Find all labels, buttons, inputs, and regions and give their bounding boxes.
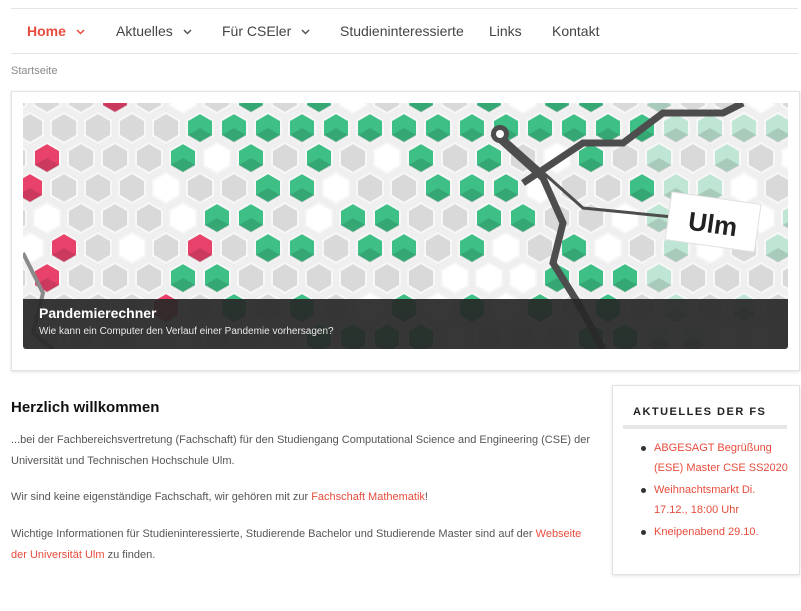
- hero-hex-tile: [135, 201, 163, 235]
- hero-hex-tile: [611, 141, 639, 175]
- nav-item-kontakt[interactable]: Kontakt: [552, 9, 599, 53]
- hero-hex-tile: [271, 201, 299, 235]
- hero-hex-tile: [118, 171, 146, 205]
- hero-hex-tile: [33, 201, 61, 235]
- chevron-down-icon: [301, 29, 310, 35]
- chevron-down-icon: [76, 29, 85, 35]
- hero-hex-tile: [441, 261, 469, 295]
- nav-item-links[interactable]: Links: [489, 9, 522, 53]
- hero-hex-tile: [237, 261, 265, 295]
- hero-hex-tile: [67, 261, 95, 295]
- fachschaft-mathematik-link[interactable]: Fachschaft Mathematik: [311, 491, 425, 503]
- hero-hex-tile: [509, 261, 537, 295]
- hero-hex-tile: [118, 111, 146, 145]
- hero-hex-tile: [84, 231, 112, 265]
- hero-hex-tile: [407, 201, 435, 235]
- hero-slider[interactable]: Ulm Pandemierechner Wie kann ein Compute…: [11, 91, 800, 371]
- hero-hex-tile: [152, 231, 180, 265]
- hero-hex-tile: [271, 141, 299, 175]
- info-text-end: zu finden.: [104, 549, 156, 561]
- slide-subtitle: Wie kann ein Computer den Verlauf einer …: [39, 326, 334, 337]
- hero-hex-tile: [679, 141, 707, 175]
- hero-hex-tile: [67, 141, 95, 175]
- hero-hex-tile: [169, 201, 197, 235]
- hero-hex-tile: [101, 201, 129, 235]
- hero-hex-tile: [220, 231, 248, 265]
- hero-hex-tile: [407, 261, 435, 295]
- hero-hex-tile: [339, 141, 367, 175]
- hero-hex-tile: [84, 171, 112, 205]
- info-text: Wichtige Informationen für Studienintere…: [11, 528, 536, 540]
- hero-hex-tile: [441, 141, 469, 175]
- hero-hex-tile: [475, 261, 503, 295]
- hero-hex-tile: [135, 261, 163, 295]
- hero-hex-tile: [135, 141, 163, 175]
- hero-hex-tile: [152, 171, 180, 205]
- nav-label-aktuelles: Aktuelles: [116, 23, 173, 39]
- hero-hex-tile: [84, 111, 112, 145]
- hero-hex-tile: [186, 171, 214, 205]
- hero-hex-tile: [305, 201, 333, 235]
- fachschaft-paragraph: Wir sind keine eigenständige Fachschaft,…: [11, 487, 591, 508]
- breadcrumb[interactable]: Startseite: [11, 65, 57, 77]
- hero-hex-tile: [390, 171, 418, 205]
- nav-item-studieninteressierte[interactable]: Studieninteressierte: [340, 9, 464, 53]
- hero-hex-tile: [322, 231, 350, 265]
- news-item[interactable]: Weihnachtsmarkt Di. 17.12., 18:00 Uhr: [641, 480, 791, 520]
- hero-hex-tile: [713, 261, 741, 295]
- hero-hex-tile: [679, 261, 707, 295]
- hero-hex-tile: [628, 231, 656, 265]
- intro-paragraph: ...bei der Fachbereichsvertretung (Fachs…: [11, 434, 591, 467]
- nav-label-fuer-cseler: Für CSEler: [222, 23, 292, 39]
- hero-hex-tile: [594, 171, 622, 205]
- hero-hex-tile: [118, 231, 146, 265]
- hero-hex-tile: [50, 171, 78, 205]
- hero-hex-tile: [220, 171, 248, 205]
- hero-hex-tile: [424, 231, 452, 265]
- main-navigation: Home Aktuelles Für CSEler Studieninteres…: [11, 8, 798, 54]
- hero-hex-tile: [764, 171, 788, 205]
- nav-label-links: Links: [489, 23, 522, 39]
- nav-label-studieninteressierte: Studieninteressierte: [340, 23, 464, 39]
- page-title: Herzlich willkommen: [11, 399, 160, 416]
- chevron-down-icon: [183, 29, 192, 35]
- hero-hex-tile: [611, 201, 639, 235]
- widget-divider: [623, 425, 787, 429]
- hero-hex-tile: [594, 231, 622, 265]
- fachschaft-text-end: !: [424, 491, 428, 503]
- hero-hex-tile: [747, 261, 775, 295]
- hero-hex-tile: [492, 231, 520, 265]
- hero-hex-tile: [101, 261, 129, 295]
- hero-hex-tile: [101, 141, 129, 175]
- news-widget: AKTUELLES DER FS ABGESAGT Begrüßung (ESE…: [612, 385, 800, 575]
- news-item[interactable]: Kneipenabend 29.10.: [641, 522, 791, 542]
- slide-title[interactable]: Pandemierechner: [39, 305, 157, 321]
- hero-hex-tile: [203, 141, 231, 175]
- news-list: ABGESAGT Begrüßung (ESE) Master CSE SS20…: [641, 438, 791, 544]
- nav-item-home[interactable]: Home: [27, 9, 85, 53]
- news-item[interactable]: ABGESAGT Begrüßung (ESE) Master CSE SS20…: [641, 438, 791, 478]
- hero-hex-tile: [356, 171, 384, 205]
- nav-label-home: Home: [27, 23, 66, 39]
- info-paragraph: Wichtige Informationen für Studienintere…: [11, 524, 591, 566]
- hero-hex-tile: [67, 201, 95, 235]
- hero-hex-tile: [441, 201, 469, 235]
- hero-hex-tile: [152, 111, 180, 145]
- hero-hex-tile: [50, 111, 78, 145]
- hero-hex-tile: [730, 171, 758, 205]
- hero-hex-tile: [339, 261, 367, 295]
- hero-hex-tile: [271, 261, 299, 295]
- hero-hex-tile: [305, 261, 333, 295]
- nav-item-aktuelles[interactable]: Aktuelles: [116, 9, 192, 53]
- slide-caption: Pandemierechner Wie kann ein Computer de…: [23, 299, 788, 349]
- hero-hex-tile: [747, 141, 775, 175]
- hero-hex-tile: [373, 261, 401, 295]
- hero-hex-tile: [373, 141, 401, 175]
- nav-label-kontakt: Kontakt: [552, 23, 600, 39]
- hero-hex-tile: [322, 171, 350, 205]
- nav-item-fuer-cseler[interactable]: Für CSEler: [222, 9, 310, 53]
- fachschaft-text: Wir sind keine eigenständige Fachschaft,…: [11, 491, 312, 503]
- widget-title: AKTUELLES DER FS: [633, 406, 767, 418]
- hero-hex-tile: [526, 231, 554, 265]
